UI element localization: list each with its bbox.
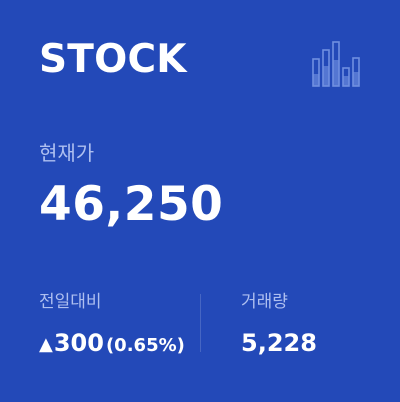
previous-day-change-label: 전일대비 [39,292,102,312]
up-arrow-icon: ▲ [39,334,53,355]
volume-value: 5,228 [241,329,317,357]
current-price-value: 46,250 [39,177,224,232]
current-price-label: 현재가 [39,141,95,165]
volume-label: 거래량 [241,292,288,312]
change-rate: (0.65%) [105,335,185,356]
stats-divider [200,294,201,352]
bar-chart-icon [312,41,360,87]
previous-day-change: ▲ 300 (0.65%) [39,331,185,356]
card-title: STOCK [39,37,187,82]
change-value: 300 [53,329,104,357]
stock-card: STOCK 현재가 46,250 전일대비 ▲ 300 (0.65%) 거래량 … [0,0,400,402]
